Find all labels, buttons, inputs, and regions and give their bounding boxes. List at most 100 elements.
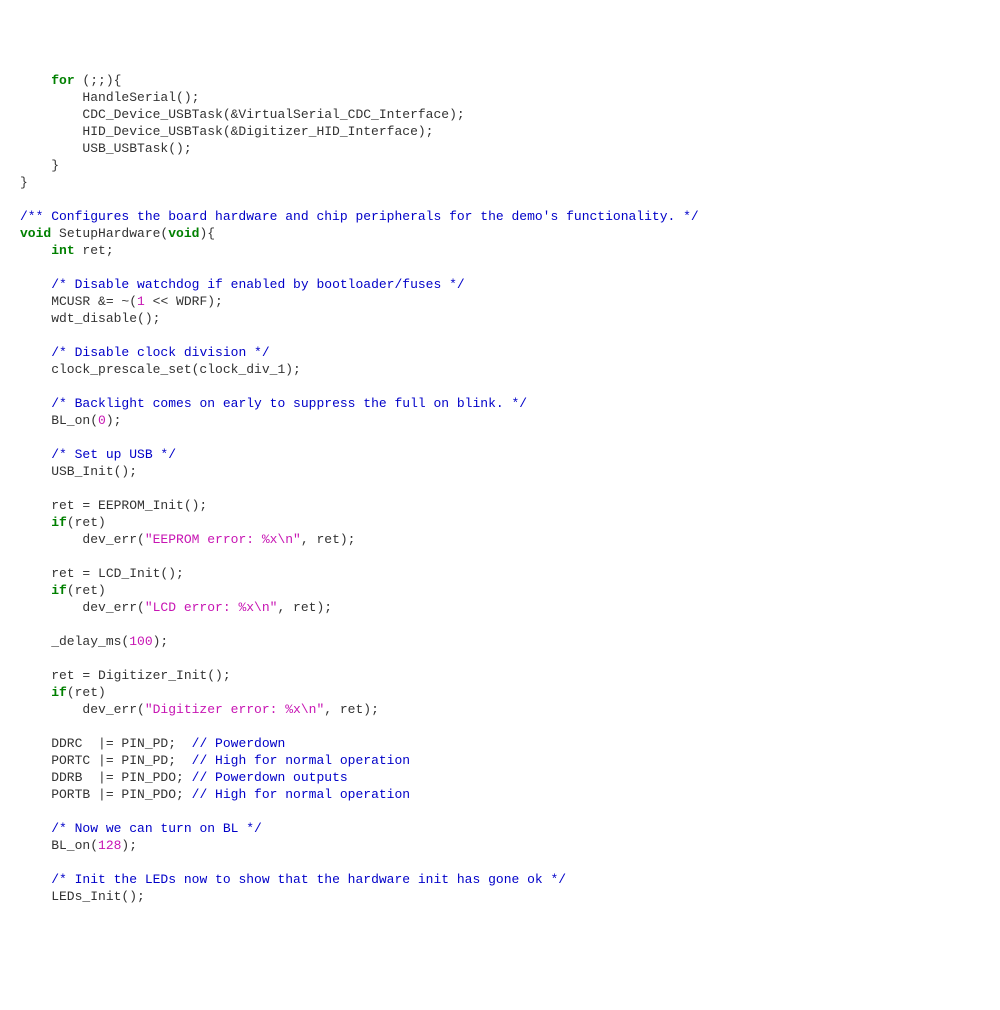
code-token-plain (20, 277, 51, 292)
code-token-plain: ); (106, 413, 122, 428)
code-token-com: // High for normal operation (192, 753, 410, 768)
code-token-plain: (ret) (67, 515, 106, 530)
code-line (20, 616, 1000, 633)
code-token-kw: void (20, 226, 51, 241)
code-token-com: /* Now we can turn on BL */ (51, 821, 262, 836)
code-token-plain (20, 821, 51, 836)
code-token-plain: USB_Init(); (20, 464, 137, 479)
code-line: } (20, 174, 1000, 191)
code-token-com: // Powerdown outputs (192, 770, 348, 785)
code-line (20, 854, 1000, 871)
code-line: LEDs_Init(); (20, 888, 1000, 905)
code-line: _delay_ms(100); (20, 633, 1000, 650)
code-token-kw: if (51, 583, 67, 598)
code-token-plain: , ret); (324, 702, 379, 717)
code-token-plain: dev_err( (20, 702, 145, 717)
code-token-plain: USB_USBTask(); (20, 141, 192, 156)
code-line: for (;;){ (20, 72, 1000, 89)
code-line: ret = EEPROM_Init(); (20, 497, 1000, 514)
code-token-com: /* Disable watchdog if enabled by bootlo… (51, 277, 464, 292)
code-token-plain: MCUSR &= ~( (20, 294, 137, 309)
code-token-plain: HID_Device_USBTask(&Digitizer_HID_Interf… (20, 124, 433, 139)
code-token-plain: SetupHardware( (51, 226, 168, 241)
code-line (20, 429, 1000, 446)
code-token-num: 0 (98, 413, 106, 428)
code-line: /* Backlight comes on early to suppress … (20, 395, 1000, 412)
code-token-com: /* Disable clock division */ (51, 345, 269, 360)
code-line (20, 327, 1000, 344)
code-token-kw: if (51, 515, 67, 530)
code-line: ret = LCD_Init(); (20, 565, 1000, 582)
code-token-kw: void (168, 226, 199, 241)
code-token-com: // High for normal operation (192, 787, 410, 802)
code-token-plain: , ret); (301, 532, 356, 547)
code-line: /* Set up USB */ (20, 446, 1000, 463)
code-token-plain (20, 396, 51, 411)
code-line: if(ret) (20, 514, 1000, 531)
code-token-kw: for (51, 73, 74, 88)
code-line: dev_err("LCD error: %x\n", ret); (20, 599, 1000, 616)
code-token-str: "EEPROM error: %x\n" (145, 532, 301, 547)
code-token-plain: } (20, 175, 28, 190)
code-line: BL_on(0); (20, 412, 1000, 429)
code-token-com: // Powerdown (192, 736, 286, 751)
code-line: if(ret) (20, 684, 1000, 701)
code-token-plain: PORTB |= PIN_PDO; (20, 787, 192, 802)
code-line (20, 718, 1000, 735)
code-token-plain (20, 345, 51, 360)
code-token-plain: dev_err( (20, 600, 145, 615)
code-token-plain: LEDs_Init(); (20, 889, 145, 904)
code-line: wdt_disable(); (20, 310, 1000, 327)
code-token-str: "Digitizer error: %x\n" (145, 702, 324, 717)
code-token-kw: if (51, 685, 67, 700)
code-token-plain: } (20, 158, 59, 173)
code-token-plain: ret = LCD_Init(); (20, 566, 184, 581)
code-line: /* Now we can turn on BL */ (20, 820, 1000, 837)
code-token-plain: dev_err( (20, 532, 145, 547)
code-token-plain: (ret) (67, 583, 106, 598)
code-line: PORTC |= PIN_PD; // High for normal oper… (20, 752, 1000, 769)
code-token-plain: HandleSerial(); (20, 90, 199, 105)
code-token-plain: _delay_ms( (20, 634, 129, 649)
code-token-num: 1 (137, 294, 145, 309)
code-line: dev_err("EEPROM error: %x\n", ret); (20, 531, 1000, 548)
code-token-plain: ); (121, 838, 137, 853)
code-token-plain: BL_on( (20, 838, 98, 853)
code-token-kw: int (51, 243, 74, 258)
code-token-plain: << WDRF); (145, 294, 223, 309)
code-line (20, 803, 1000, 820)
code-line: MCUSR &= ~(1 << WDRF); (20, 293, 1000, 310)
code-line (20, 191, 1000, 208)
code-line: DDRB |= PIN_PDO; // Powerdown outputs (20, 769, 1000, 786)
code-line: DDRC |= PIN_PD; // Powerdown (20, 735, 1000, 752)
code-line: dev_err("Digitizer error: %x\n", ret); (20, 701, 1000, 718)
code-line (20, 650, 1000, 667)
code-line (20, 480, 1000, 497)
code-line: HID_Device_USBTask(&Digitizer_HID_Interf… (20, 123, 1000, 140)
code-token-plain (20, 73, 51, 88)
code-token-plain: ret; (75, 243, 114, 258)
code-token-com: /* Set up USB */ (51, 447, 176, 462)
code-token-plain (20, 447, 51, 462)
code-line: /* Init the LEDs now to show that the ha… (20, 871, 1000, 888)
code-line (20, 548, 1000, 565)
code-line (20, 378, 1000, 395)
code-token-com: /** Configures the board hardware and ch… (20, 209, 699, 224)
code-line: ret = Digitizer_Init(); (20, 667, 1000, 684)
code-block: for (;;){ HandleSerial(); CDC_Device_USB… (20, 72, 1000, 905)
code-token-plain: clock_prescale_set(clock_div_1); (20, 362, 301, 377)
code-token-com: /* Backlight comes on early to suppress … (51, 396, 527, 411)
code-line: BL_on(128); (20, 837, 1000, 854)
code-token-plain (20, 583, 51, 598)
code-token-num: 128 (98, 838, 121, 853)
code-token-plain: BL_on( (20, 413, 98, 428)
code-line: int ret; (20, 242, 1000, 259)
code-token-plain (20, 685, 51, 700)
code-token-str: "LCD error: %x\n" (145, 600, 278, 615)
code-token-plain: wdt_disable(); (20, 311, 160, 326)
code-token-plain: CDC_Device_USBTask(&VirtualSerial_CDC_In… (20, 107, 465, 122)
code-line (20, 259, 1000, 276)
code-token-plain (20, 515, 51, 530)
code-line: PORTB |= PIN_PDO; // High for normal ope… (20, 786, 1000, 803)
code-token-plain: (ret) (67, 685, 106, 700)
